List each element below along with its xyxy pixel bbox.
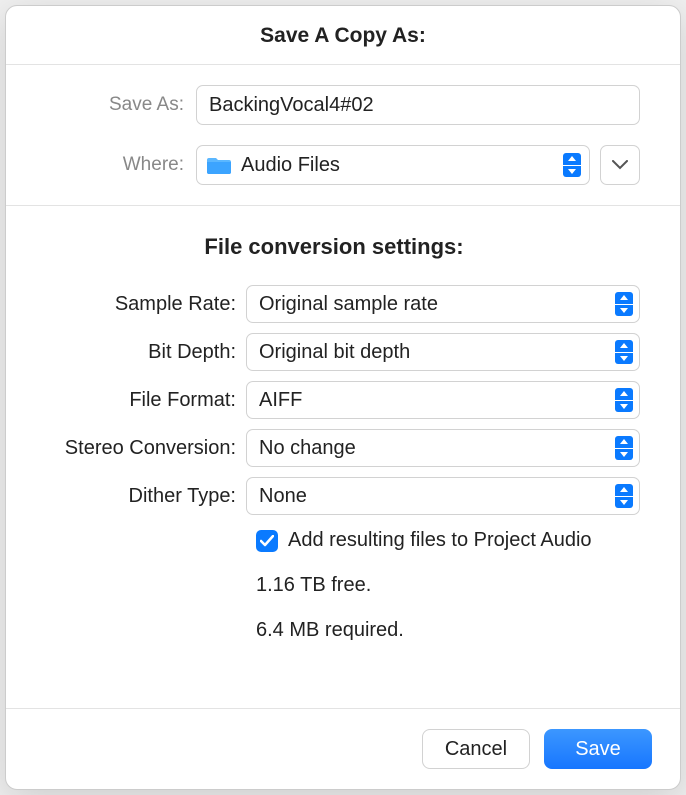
bit-depth-select[interactable]: Original bit depth	[246, 333, 640, 371]
dither-type-value: None	[259, 485, 615, 508]
add-to-project-label: Add resulting files to Project Audio	[288, 529, 592, 552]
add-to-project-checkbox[interactable]	[256, 530, 278, 552]
save-copy-dialog: Save A Copy As: Save As: Where: Audio Fi…	[5, 5, 681, 790]
stereo-conversion-select[interactable]: No change	[246, 429, 640, 467]
file-format-label: File Format:	[28, 389, 246, 412]
folder-icon	[207, 155, 231, 175]
file-section: Save As: Where: Audio Files	[6, 65, 680, 205]
stereo-conversion-value: No change	[259, 437, 615, 460]
dither-type-select[interactable]: None	[246, 477, 640, 515]
bit-depth-label: Bit Depth:	[28, 341, 246, 364]
updown-icon	[615, 388, 633, 412]
dialog-footer: Cancel Save	[6, 708, 680, 789]
sample-rate-select[interactable]: Original sample rate	[246, 285, 640, 323]
conversion-section: File conversion settings: Sample Rate: O…	[6, 206, 680, 670]
file-format-value: AIFF	[259, 389, 615, 412]
chevron-down-icon	[612, 160, 628, 170]
check-icon	[260, 535, 274, 547]
where-select[interactable]: Audio Files	[196, 145, 590, 185]
file-format-select[interactable]: AIFF	[246, 381, 640, 419]
stereo-conversion-label: Stereo Conversion:	[28, 437, 246, 460]
dialog-title: Save A Copy As:	[6, 6, 680, 64]
sample-rate-label: Sample Rate:	[28, 293, 246, 316]
where-label: Where:	[46, 154, 196, 176]
sample-rate-value: Original sample rate	[259, 293, 615, 316]
cancel-button[interactable]: Cancel	[422, 729, 530, 769]
dither-type-label: Dither Type:	[28, 485, 246, 508]
free-space-text: 1.16 TB free.	[256, 574, 640, 597]
save-button[interactable]: Save	[544, 729, 652, 769]
updown-icon	[615, 484, 633, 508]
updown-icon	[563, 153, 581, 177]
save-as-label: Save As:	[46, 94, 196, 116]
conversion-heading: File conversion settings:	[28, 234, 640, 260]
save-as-input[interactable]	[196, 85, 640, 125]
updown-icon	[615, 292, 633, 316]
expand-button[interactable]	[600, 145, 640, 185]
updown-icon	[615, 436, 633, 460]
bit-depth-value: Original bit depth	[259, 341, 615, 364]
updown-icon	[615, 340, 633, 364]
required-space-text: 6.4 MB required.	[256, 619, 640, 642]
where-value: Audio Files	[241, 154, 553, 177]
